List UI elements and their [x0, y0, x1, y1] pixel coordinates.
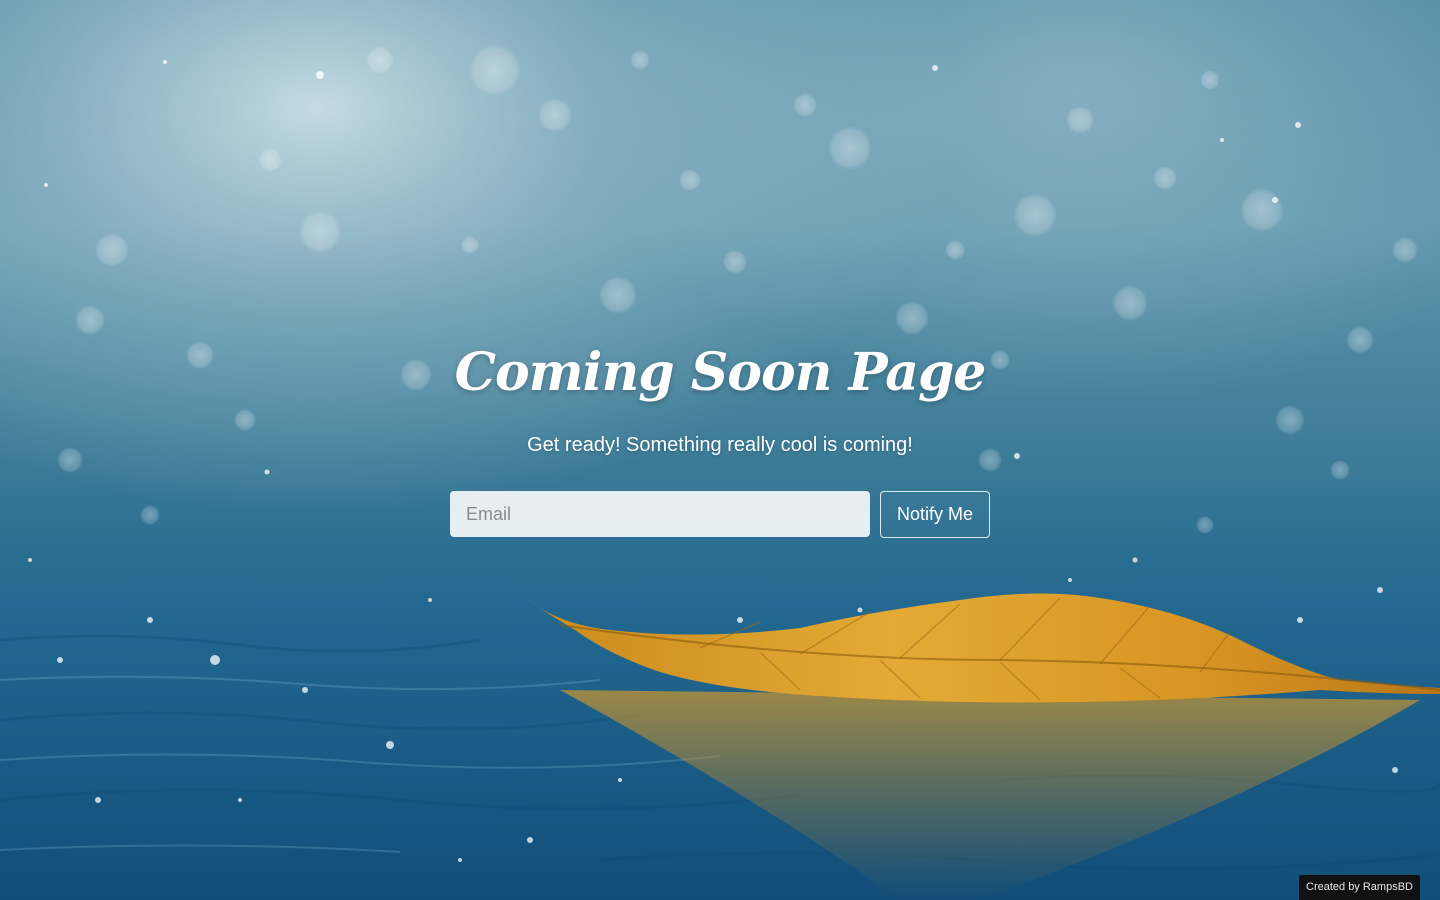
credit-badge[interactable]: Created by RampsBD — [1299, 875, 1420, 900]
notify-me-button[interactable]: Notify Me — [880, 491, 990, 538]
page-subtitle: Get ready! Something really cool is comi… — [527, 434, 913, 456]
page-title: Coming Soon Page — [454, 342, 987, 403]
hero-section: Coming Soon Page Get ready! Something re… — [0, 0, 1440, 900]
email-input[interactable] — [450, 491, 870, 537]
